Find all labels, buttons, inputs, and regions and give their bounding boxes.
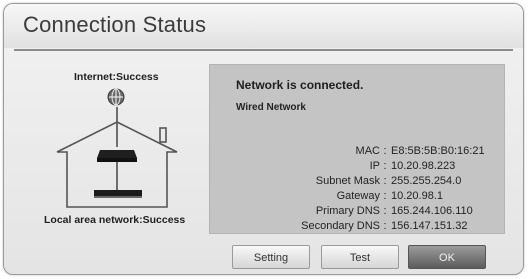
ok-button[interactable]: OK	[408, 245, 486, 269]
info-value: 255.255.254.0	[391, 174, 462, 187]
info-row-secondary-dns: Secondary DNS : 156.147.151.32	[230, 218, 500, 233]
internet-status-label: Internet:Success	[74, 71, 159, 83]
house-icon	[56, 107, 178, 208]
info-value: 156.147.151.32	[391, 219, 468, 232]
dialog-title: Connection Status	[23, 12, 207, 37]
connection-status-dialog: Connection Status Internet:Success Local…	[3, 3, 524, 275]
info-value: E8:5B:5B:B0:16:21	[391, 144, 485, 157]
info-label: Primary DNS	[315, 204, 380, 217]
info-label: Subnet Mask	[315, 174, 380, 187]
router-icon	[97, 150, 137, 162]
connection-status-text: Network is connected.	[236, 78, 364, 92]
info-label: Gateway	[336, 189, 380, 202]
info-label: Secondary DNS	[301, 219, 380, 232]
title-divider	[14, 49, 513, 51]
network-info-table: MAC : E8:5B:5B:B0:16:21 IP : 10.20.98.22…	[230, 143, 500, 233]
lan-status-label: Local area network:Success	[44, 214, 186, 226]
setting-button[interactable]: Setting	[232, 245, 310, 269]
info-row-mac: MAC : E8:5B:5B:B0:16:21	[230, 143, 500, 158]
info-value: 10.20.98.223	[391, 159, 456, 172]
info-label: IP	[369, 159, 380, 172]
info-row-ip: IP : 10.20.98.223	[230, 158, 500, 173]
info-row-primary-dns: Primary DNS : 165.244.106.110	[230, 203, 500, 218]
info-value: 165.244.106.110	[391, 204, 473, 217]
test-button[interactable]: Test	[321, 245, 399, 269]
info-row-subnet: Subnet Mask : 255.255.254.0	[230, 173, 500, 188]
info-label: MAC	[355, 144, 380, 157]
network-diagram: Internet:Success Local area network:Succ…	[34, 62, 214, 242]
player-device-icon	[94, 190, 142, 198]
details-panel: Network is connected. Wired Network MAC …	[209, 64, 505, 234]
info-value: 10.20.98.1	[391, 189, 443, 202]
network-type-text: Wired Network	[236, 102, 306, 113]
title-bar: Connection Status	[4, 4, 523, 48]
info-row-gateway: Gateway : 10.20.98.1	[230, 188, 500, 203]
